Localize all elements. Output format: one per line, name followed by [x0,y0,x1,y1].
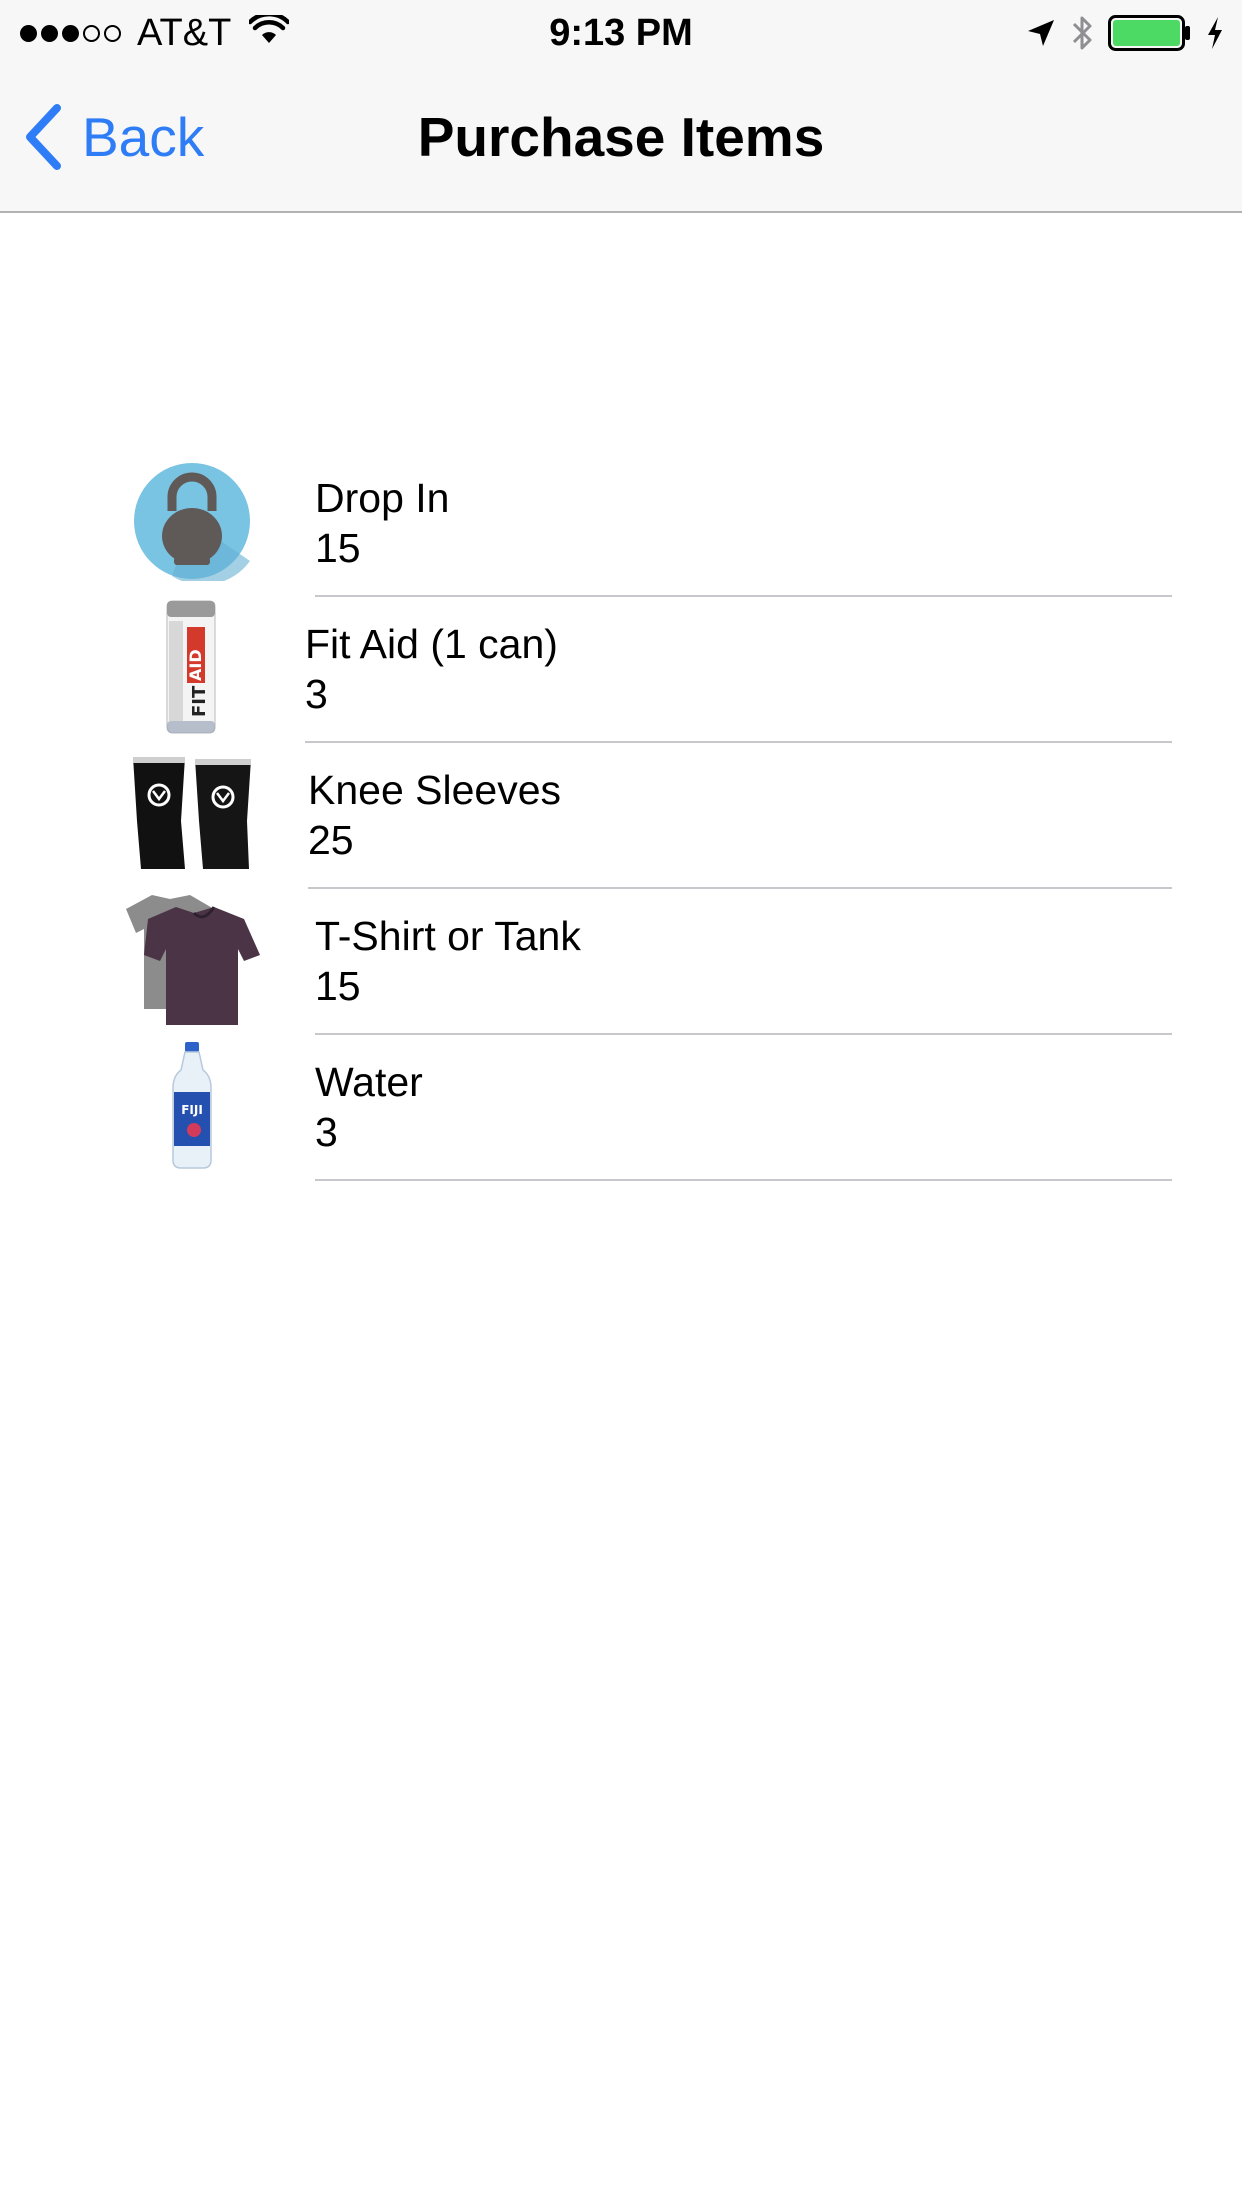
item-price: 15 [315,963,361,1009]
item-text: Fit Aid (1 can) 3 [305,619,558,719]
status-bar: AT&T 9:13 PM [0,0,1242,66]
svg-text:FIJI: FIJI [181,1103,203,1117]
item-price: 25 [308,817,354,863]
item-name: Fit Aid (1 can) [305,621,558,667]
status-right [1012,10,1224,56]
list-item-fit-aid[interactable]: FIT AID Fit Aid (1 can) 3 [0,597,1242,743]
svg-text:AID: AID [186,649,205,681]
list-item-knee-sleeves[interactable]: Knee Sleeves 25 [0,743,1242,889]
item-name: T-Shirt or Tank [315,913,581,959]
item-price: 15 [315,525,361,571]
purchase-items-list: Drop In 15 FIT AID Fit Aid (1 can) 3 Kne… [0,451,1242,1181]
bluetooth-icon [1070,13,1094,53]
t-shirt-image [118,889,266,1029]
svg-text:FIT: FIT [189,685,210,717]
fitaid-can-image: FIT AID [118,597,266,737]
list-item-water[interactable]: FIJI Water 3 [0,1035,1242,1181]
water-bottle-image: FIJI [118,1035,266,1175]
item-name: Knee Sleeves [308,767,562,813]
item-text: T-Shirt or Tank 15 [315,911,581,1011]
page-title: Purchase Items [417,106,825,168]
kettlebell-image [118,451,266,591]
separator [315,1179,1172,1181]
battery-icon [1108,15,1192,51]
item-name: Drop In [315,475,450,521]
location-arrow-icon [1026,18,1056,48]
item-text: Drop In 15 [315,473,449,573]
charging-bolt-icon [1206,16,1224,50]
navigation-bar: Back Purchase Items [0,66,1242,213]
knee-sleeves-image [118,743,266,883]
list-item-t-shirt[interactable]: T-Shirt or Tank 15 [0,889,1242,1035]
item-price: 3 [315,1109,338,1155]
item-price: 3 [305,671,328,717]
item-text: Water 3 [315,1057,423,1157]
item-name: Water [315,1059,423,1105]
list-item-drop-in[interactable]: Drop In 15 [0,451,1242,597]
item-text: Knee Sleeves 25 [308,765,561,865]
